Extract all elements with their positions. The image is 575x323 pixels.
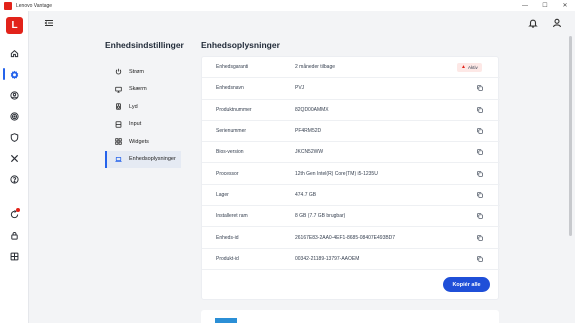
copy-icon[interactable] xyxy=(477,234,483,241)
settings-menu: Strøm Skærm Lyd Input Widgets Enhedsoply… xyxy=(105,63,181,168)
table-row: Enhedsgaranti 2 måneder tilbage ▲ Aktiv xyxy=(202,57,500,79)
maximize-button[interactable]: ☐ xyxy=(535,0,555,11)
row-value: 82QD00AMMX xyxy=(295,106,329,113)
copy-icon[interactable] xyxy=(477,149,483,156)
nav-account[interactable] xyxy=(0,87,29,103)
menu-item-label: Enhedsoplysninger xyxy=(129,156,176,163)
row-label: Bios-version xyxy=(216,149,244,156)
copy-icon[interactable] xyxy=(477,213,483,219)
table-row: Lager 474.7 GB xyxy=(202,185,500,207)
minimize-button[interactable]: — xyxy=(515,0,535,11)
page-title: Enhedsoplysninger xyxy=(201,40,280,50)
wifi-icon xyxy=(10,111,19,121)
row-value: 00342-21189-13797-AAOEM xyxy=(295,255,360,262)
menu-item-label: Strøm xyxy=(129,68,144,75)
widgets-icon xyxy=(115,138,122,145)
menu-item-label: Input xyxy=(129,121,142,128)
row-value: 8 GB (7.7 GB brugbar) xyxy=(295,213,346,220)
table-row: Enhedsnavn PVJ xyxy=(202,78,500,100)
nav-security[interactable] xyxy=(0,129,29,145)
power-icon xyxy=(115,68,122,75)
device-info-card: Enhedsgaranti 2 måneder tilbage ▲ Aktiv … xyxy=(201,56,500,300)
table-row: Installeret ram 8 GB (7.7 GB brugbar) xyxy=(202,206,500,228)
row-label: Lager xyxy=(216,191,229,198)
row-value: PF4RM52D xyxy=(295,128,322,135)
menu-item-widgets[interactable]: Widgets xyxy=(105,133,181,151)
row-label: Processor xyxy=(216,170,239,177)
row-value: 2 måneder tilbage xyxy=(295,64,336,71)
nav-tools[interactable] xyxy=(0,150,29,166)
gear-icon xyxy=(10,70,19,79)
tools-icon xyxy=(10,154,19,162)
menu-item-label: Lyd xyxy=(129,103,138,110)
collapse-menu-icon[interactable] xyxy=(44,18,54,28)
row-value: 474.7 GB xyxy=(295,191,317,198)
table-row: Produkt-id 00342-21189-13797-AAOEM xyxy=(202,249,500,270)
card-thumbnail xyxy=(215,318,237,323)
menu-item-display[interactable]: Skærm xyxy=(105,81,181,99)
menu-item-label: Skærm xyxy=(129,86,147,93)
lenovo-logo[interactable]: L xyxy=(6,17,23,34)
menu-item-audio[interactable]: Lyd xyxy=(105,98,181,116)
table-row: Processor 12th Gen Intel(R) Core(TM) i5-… xyxy=(202,164,500,185)
copy-icon[interactable] xyxy=(477,256,483,262)
row-value: JKCN52WW xyxy=(295,149,324,156)
close-button[interactable]: ✕ xyxy=(555,0,575,11)
table-row: Enheds-id 26167E83-2AA0-4EF1-8685-08407E… xyxy=(202,227,500,249)
top-bar xyxy=(30,11,575,35)
lenovo-app-icon xyxy=(4,1,12,10)
home-icon xyxy=(10,49,19,57)
navigation-rail: L xyxy=(0,11,29,323)
table-row: Produktnummer 82QD00AMMX xyxy=(202,100,500,121)
keyboard-icon xyxy=(115,121,122,128)
laptop-icon xyxy=(115,156,122,162)
lock-icon xyxy=(11,231,18,240)
row-value: PVJ xyxy=(295,85,305,92)
nav-privacy[interactable] xyxy=(0,227,29,243)
status-badge: ▲ Aktiv xyxy=(457,62,482,72)
menu-item-power[interactable]: Strøm xyxy=(105,63,181,81)
bell-icon[interactable] xyxy=(528,18,538,28)
table-row: Bios-version JKCN52WW xyxy=(202,142,500,164)
nav-updates[interactable] xyxy=(0,206,29,222)
table-row: Serienummer PF4RM52D xyxy=(202,121,500,143)
settings-section-title: Enhedsindstillinger xyxy=(105,40,184,50)
help-icon xyxy=(10,174,19,184)
row-label: Installeret ram xyxy=(216,213,248,220)
row-label: Enhedsnavn xyxy=(216,85,244,92)
window-titlebar: Lenovo Vantage — ☐ ✕ xyxy=(0,0,575,11)
copy-all-button[interactable]: Kopiér alle xyxy=(443,277,490,292)
shield-icon xyxy=(10,132,19,142)
scrollbar[interactable] xyxy=(569,36,572,236)
row-label: Enhedsgaranti xyxy=(216,64,249,71)
notification-badge xyxy=(16,208,20,212)
copy-icon[interactable] xyxy=(477,170,483,177)
nav-device[interactable] xyxy=(0,66,29,82)
menu-item-device-info[interactable]: Enhedsoplysninger xyxy=(105,150,181,168)
user-icon[interactable] xyxy=(552,18,562,28)
nav-home[interactable] xyxy=(0,45,29,61)
copy-icon[interactable] xyxy=(477,192,483,198)
warning-icon: ▲ xyxy=(461,64,466,71)
copy-icon[interactable] xyxy=(477,128,483,134)
nav-apps[interactable] xyxy=(0,248,29,264)
row-label: Produktnummer xyxy=(216,106,252,113)
menu-item-input[interactable]: Input xyxy=(105,116,181,134)
grid-icon xyxy=(10,252,19,260)
menu-item-label: Widgets xyxy=(129,138,149,145)
row-label: Serienummer xyxy=(216,128,247,135)
row-label: Produkt-id xyxy=(216,255,239,262)
display-icon xyxy=(115,86,122,93)
row-label: Enheds-id xyxy=(216,234,239,241)
row-value: 12th Gen Intel(R) Core(TM) i5-1235U xyxy=(295,170,378,177)
account-icon xyxy=(10,90,19,100)
copy-icon[interactable] xyxy=(477,107,483,113)
audio-icon xyxy=(116,103,121,110)
window-title: Lenovo Vantage xyxy=(16,2,53,9)
row-value: 26167E83-2AA0-4EF1-8685-08407E493BD7 xyxy=(295,234,396,241)
nav-support[interactable] xyxy=(0,171,29,187)
nav-connectivity[interactable] xyxy=(0,108,29,124)
next-card xyxy=(201,310,499,323)
copy-icon[interactable] xyxy=(477,85,483,92)
